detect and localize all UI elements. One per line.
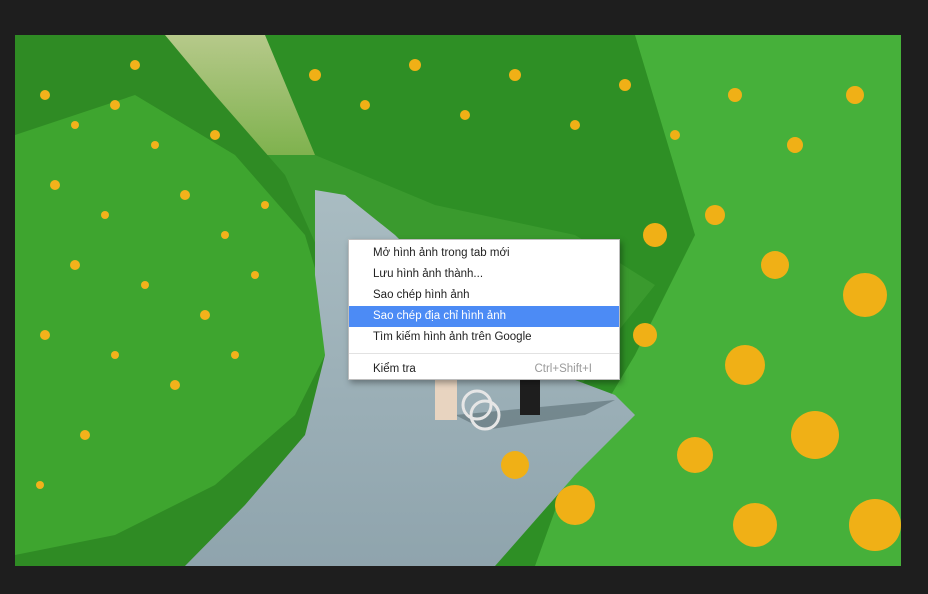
menu-item-copy-image-address[interactable]: Sao chép địa chỉ hình ảnh (349, 306, 619, 327)
menu-item-inspect[interactable]: Kiểm tra Ctrl+Shift+I (349, 359, 619, 380)
menu-item-label: Kiểm tra (373, 363, 416, 375)
menu-separator (349, 353, 619, 354)
menu-item-save-image-as[interactable]: Lưu hình ảnh thành... (349, 264, 619, 285)
menu-item-label: Sao chép hình ảnh (373, 289, 470, 301)
menu-item-label: Tìm kiếm hình ảnh trên Google (373, 331, 532, 343)
menu-item-label: Sao chép địa chỉ hình ảnh (373, 310, 506, 322)
context-menu: Mở hình ảnh trong tab mới Lưu hình ảnh t… (348, 239, 620, 380)
menu-item-search-image-google[interactable]: Tìm kiếm hình ảnh trên Google (349, 327, 619, 348)
menu-item-label: Lưu hình ảnh thành... (373, 268, 484, 280)
menu-item-open-image-new-tab[interactable]: Mở hình ảnh trong tab mới (349, 243, 619, 264)
menu-item-shortcut: Ctrl+Shift+I (534, 363, 592, 375)
menu-item-label: Mở hình ảnh trong tab mới (373, 247, 510, 259)
menu-item-copy-image[interactable]: Sao chép hình ảnh (349, 285, 619, 306)
